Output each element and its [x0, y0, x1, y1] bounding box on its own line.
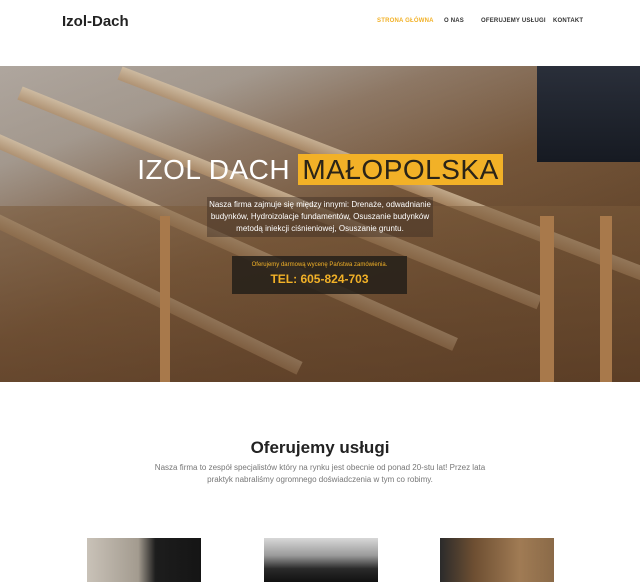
services-title: Oferujemy usługi [250, 438, 390, 457]
services-text: Nasza firma to zespół specjalistów który… [154, 463, 486, 484]
hero-title-main: IZOL DACH [137, 154, 291, 185]
hero-title: IZOL DACH MAŁOPOLSKA [0, 154, 640, 186]
nav-services[interactable]: OFERUJEMY USŁUGI [481, 18, 546, 24]
header: Izol-Dach STRONA GŁÓWNA O NAS OFERUJEMY … [0, 0, 640, 66]
nav-about[interactable]: O NAS [444, 18, 464, 24]
site-logo[interactable]: Izol-Dach [62, 13, 129, 30]
cta-phone[interactable]: TEL: 605-824-703 [232, 272, 407, 286]
hero-description: Nasza firma zajmuje się między innymi: D… [207, 197, 433, 237]
wooden-post [540, 216, 554, 382]
hero-title-highlight: MAŁOPOLSKA [298, 154, 503, 185]
cta-text: Oferujemy darmową wycenę Państwa zamówie… [251, 262, 388, 268]
nav-contact[interactable]: KONTAKT [553, 18, 583, 24]
service-thumbnail[interactable] [264, 538, 378, 582]
worker-image [537, 66, 640, 162]
nav-home[interactable]: STRONA GŁÓWNA [377, 18, 434, 24]
service-thumbnail[interactable] [87, 538, 201, 582]
service-thumbnail[interactable] [440, 538, 554, 582]
hero-section: IZOL DACH MAŁOPOLSKA Nasza firma zajmuje… [0, 66, 640, 382]
wooden-post [160, 216, 170, 382]
cta-box[interactable]: Oferujemy darmową wycenę Państwa zamówie… [232, 256, 407, 294]
wooden-post [600, 216, 612, 382]
